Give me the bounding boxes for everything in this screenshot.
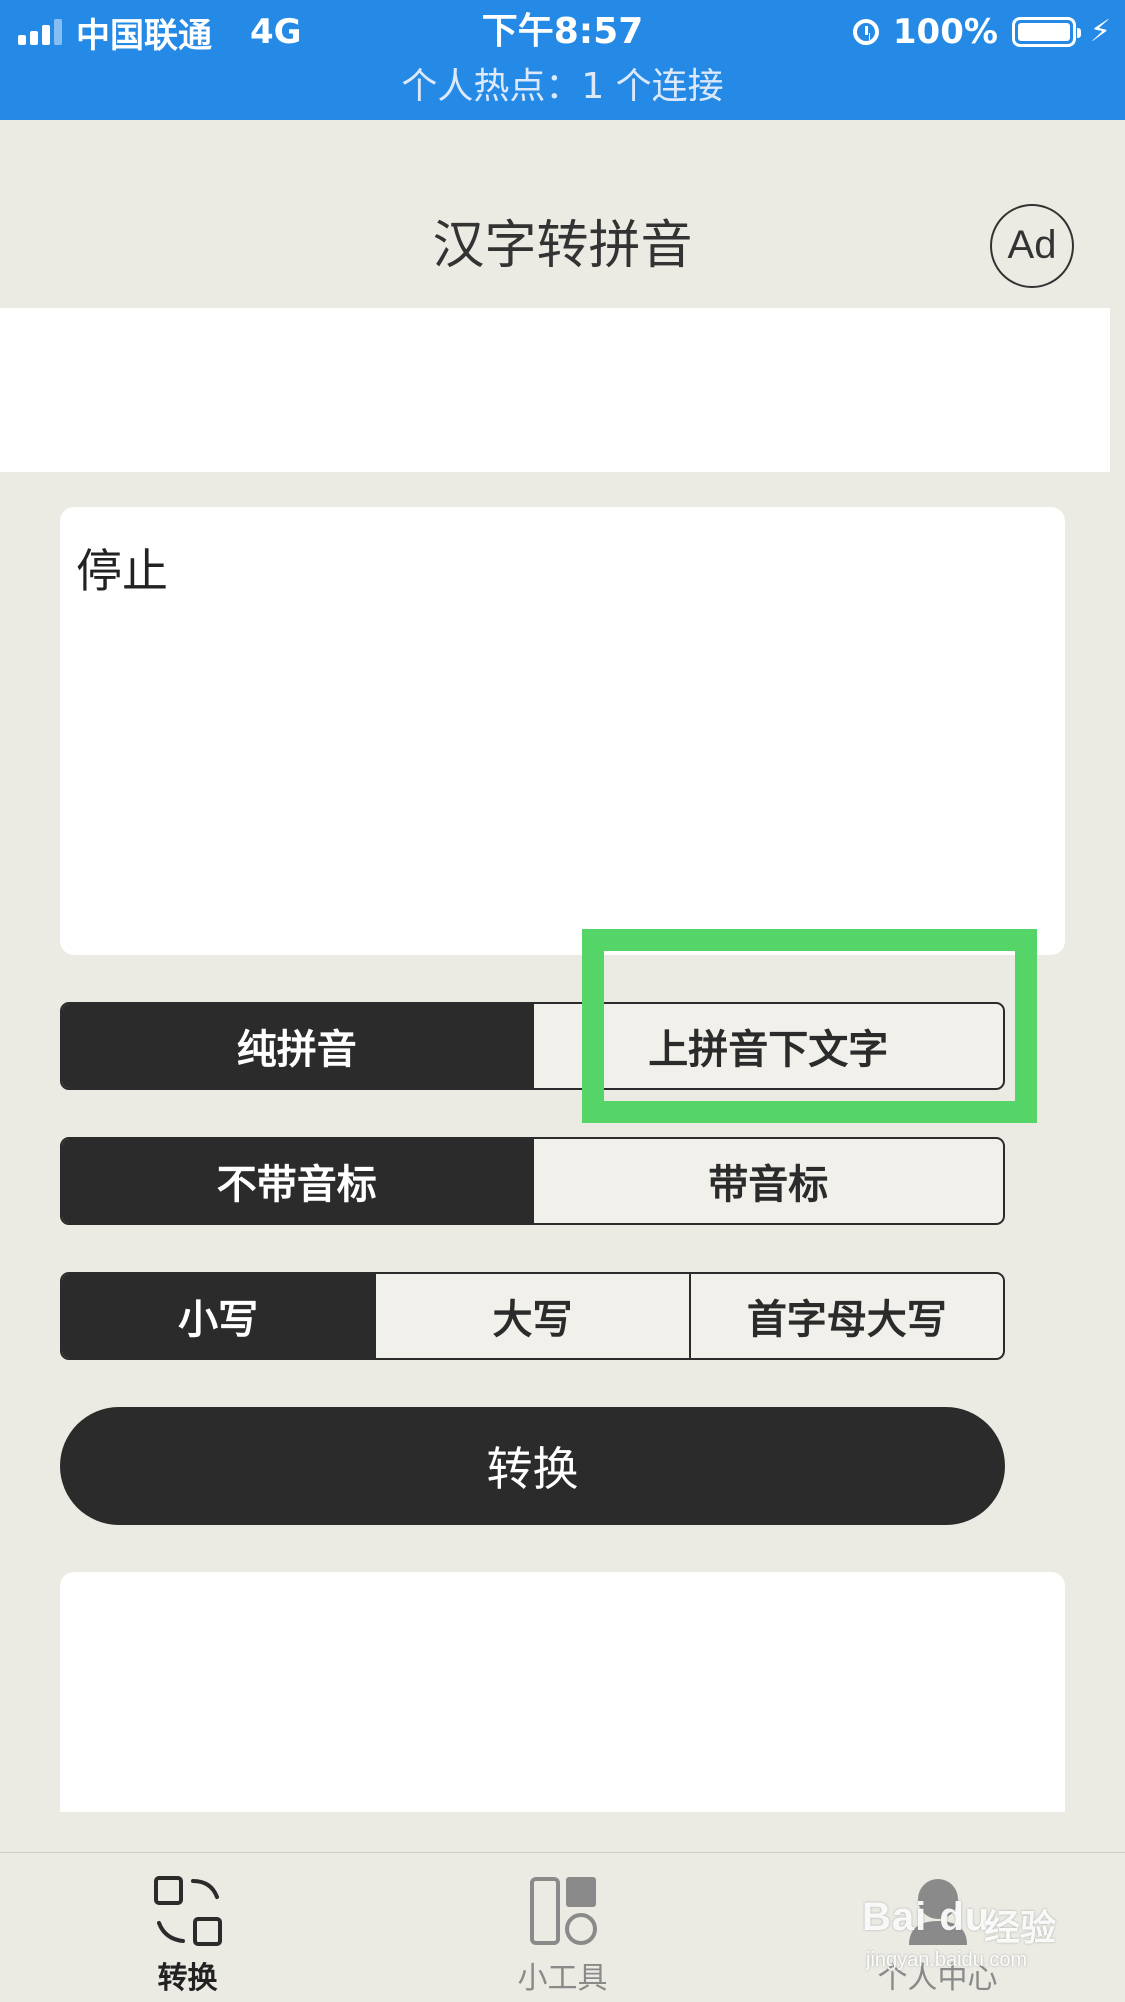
watermark-logo: Bai du xyxy=(862,1895,991,1939)
pinyin-output[interactable] xyxy=(60,1572,1065,1812)
baidu-jingyan-watermark: Bai du 经验 jingyan.baidu.com xyxy=(862,1895,1072,1977)
mode-segmented-control: 纯拼音 上拼音下文字 xyxy=(60,1002,1005,1090)
alarm-icon xyxy=(852,19,879,45)
charging-icon: ⚡ xyxy=(1089,14,1111,49)
status-bar: 中国联通 4G 下午8:57 100% ⚡ 个人热点：1 个连接 xyxy=(0,0,1125,120)
ad-button[interactable]: Ad xyxy=(990,204,1074,288)
tab-label: 转换 xyxy=(157,1961,218,1996)
mode-option-pinyin-above-text[interactable]: 上拼音下文字 xyxy=(531,1004,1004,1088)
tools-icon xyxy=(529,1877,597,1945)
case-segmented-control: 小写 大写 首字母大写 xyxy=(60,1272,1005,1360)
tone-option-no-marks[interactable]: 不带音标 xyxy=(62,1139,532,1223)
chinese-input[interactable]: 停止 xyxy=(60,507,1065,955)
status-right: 100% ⚡ xyxy=(852,10,1111,54)
tab-label: 小工具 xyxy=(517,1961,608,1996)
case-option-lowercase[interactable]: 小写 xyxy=(62,1274,375,1358)
battery-percent: 100% xyxy=(892,12,998,52)
tone-option-with-marks[interactable]: 带音标 xyxy=(531,1139,1004,1223)
case-option-capitalized[interactable]: 首字母大写 xyxy=(688,1274,1003,1358)
nav-header: 汉字转拼音 Ad xyxy=(0,120,1125,308)
case-option-uppercase[interactable]: 大写 xyxy=(374,1274,688,1358)
watermark-text: 经验 xyxy=(984,1908,1057,1949)
mode-option-pinyin-only[interactable]: 纯拼音 xyxy=(62,1004,532,1088)
convert-button[interactable]: 转换 xyxy=(60,1407,1005,1525)
tone-segmented-control: 不带音标 带音标 xyxy=(60,1137,1005,1225)
hotspot-banner[interactable]: 个人热点：1 个连接 xyxy=(0,64,1125,110)
battery-icon xyxy=(1011,17,1081,47)
tab-convert[interactable]: 转换 xyxy=(0,1853,375,2002)
page-title: 汉字转拼音 xyxy=(432,216,693,276)
watermark-url: jingyan.baidu.com xyxy=(866,1949,1028,1971)
ad-banner[interactable] xyxy=(0,308,1110,472)
input-text: 停止 xyxy=(76,544,168,598)
convert-icon xyxy=(153,1876,222,1946)
tab-tools[interactable]: 小工具 xyxy=(375,1853,750,2002)
